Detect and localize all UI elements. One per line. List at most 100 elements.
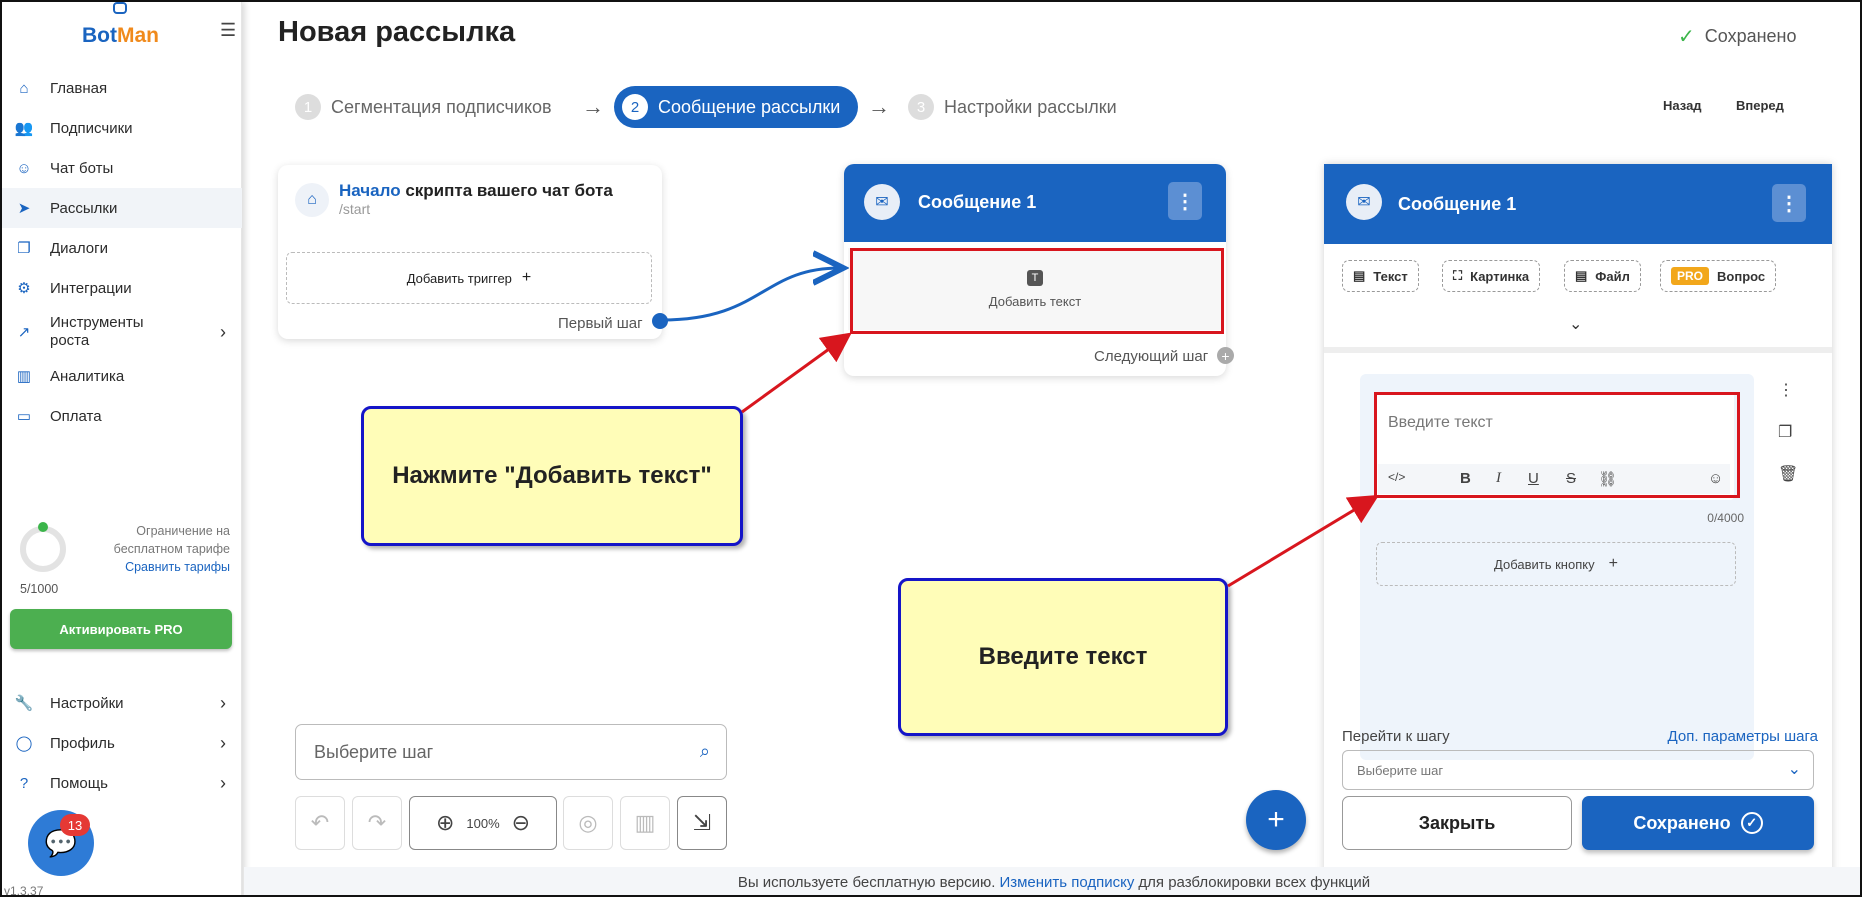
zoom-out-icon[interactable]: ⊖ — [512, 810, 530, 836]
sidebar-item-label: Оплата — [50, 407, 102, 425]
step-number: 1 — [295, 94, 321, 120]
sidebar-item-label: Диалоги — [50, 239, 108, 257]
sidebar-item-help[interactable]: ? Помощь › — [2, 763, 242, 803]
sidebar: BotMan ☰ ⌂ Главная 👥 Подписчики ☺ Чат боты … — [2, 2, 242, 897]
next-step-plus-icon[interactable]: + — [1217, 347, 1234, 364]
trash-icon[interactable]: 🗑 — [1778, 464, 1798, 484]
chevron-right-icon: › — [220, 321, 226, 342]
redo-icon: ↷ — [367, 810, 387, 835]
file-icon: ▤ — [1575, 268, 1588, 283]
step-number: 3 — [908, 94, 934, 120]
chip-text[interactable]: ▤ Текст — [1342, 260, 1419, 292]
analytics-icon: ▥ — [16, 368, 32, 385]
step-label: Сообщение рассылки — [658, 96, 841, 117]
sidebar-item-subscribers[interactable]: 👥 Подписчики — [2, 108, 242, 148]
close-button[interactable]: Закрыть — [1342, 796, 1572, 850]
footer-text-end: для разблокировки всех функций — [1138, 873, 1371, 891]
logo[interactable]: BotMan — [82, 24, 159, 48]
plus-icon: + — [1608, 555, 1618, 572]
zoom-in-icon[interactable]: ⊕ — [436, 810, 454, 836]
sidebar-item-broadcasts[interactable]: ➤ Рассылки — [2, 188, 242, 228]
sidebar-item-dialogs[interactable]: ❐ Диалоги — [2, 228, 242, 268]
sidebar-item-settings[interactable]: 🔧 Настройки › — [2, 683, 242, 723]
arrow-right-icon: → — [868, 94, 890, 119]
fit-view-button[interactable]: ◎ — [563, 796, 613, 850]
search-icon: ⌕ — [699, 741, 710, 761]
arrow-right-icon: → — [582, 94, 604, 119]
logo-robot-icon — [113, 2, 127, 14]
home-icon: ⌂ — [295, 183, 329, 217]
copy-icon[interactable]: ❐ — [1778, 422, 1798, 442]
saved-button[interactable]: Сохранено ✓ — [1582, 796, 1814, 850]
arrow-down-right-icon: ⇲ — [692, 810, 712, 835]
more-params-link[interactable]: Доп. параметры шага — [1668, 728, 1818, 745]
chip-file[interactable]: ▤ Файл — [1564, 260, 1641, 292]
step-search-input[interactable]: Выберите шаг ⌕ — [295, 724, 727, 780]
footer-text: Вы используете бесплатную версию. — [737, 873, 996, 891]
add-step-fab[interactable]: + — [1246, 790, 1306, 850]
sidebar-nav: ⌂ Главная 👥 Подписчики ☺ Чат боты ➤ Рассылки… — [2, 68, 242, 436]
message-node-header: ✉ Сообщение 1 ⋮ — [844, 164, 1226, 242]
change-subscription-link[interactable]: Изменить подписку — [999, 874, 1134, 891]
sidebar-item-growth-tools[interactable]: ↗ Инструменты роста › — [2, 308, 242, 356]
app-version: v1.3.37 — [4, 884, 44, 897]
app-window: BotMan ☰ ⌂ Главная 👥 Подписчики ☺ Чат боты … — [0, 0, 1862, 897]
forward-button[interactable]: Вперед — [1736, 98, 1784, 113]
minimize-button[interactable]: ⇲ — [677, 796, 727, 850]
goto-step-select[interactable]: Выберите шаг ⌄ — [1342, 750, 1814, 790]
pro-crown-tag: PRO — [1671, 267, 1710, 285]
panel-menu-button[interactable]: ⋮ — [1772, 184, 1806, 222]
integrations-icon: ⚙ — [17, 280, 31, 297]
sidebar-item-home[interactable]: ⌂ Главная — [2, 68, 242, 108]
step-segmentation[interactable]: 1 Сегментация подписчиков — [295, 86, 552, 128]
sidebar-item-analytics[interactable]: ▥ Аналитика — [2, 356, 242, 396]
callout-enter-text: Введите текст — [898, 578, 1228, 736]
sidebar-item-chatbots[interactable]: ☺ Чат боты — [2, 148, 242, 188]
bot-icon: ☺ — [16, 159, 32, 177]
chip-label: Текст — [1373, 268, 1408, 284]
collapse-sidebar-icon[interactable]: ☰ — [220, 20, 236, 41]
compare-tariffs-link[interactable]: Сравнить тарифы — [114, 558, 230, 576]
add-trigger-button[interactable]: Добавить триггер + — [286, 252, 652, 304]
stats-button[interactable]: ▥ — [620, 796, 670, 850]
step-number: 2 — [622, 94, 648, 120]
panel-divider — [1324, 347, 1832, 353]
limit-count: 5/1000 — [20, 582, 59, 596]
sidebar-item-profile[interactable]: ◯ Профиль › — [2, 723, 242, 763]
add-trigger-label: Добавить триггер — [406, 270, 512, 286]
step-label: Настройки рассылки — [944, 96, 1117, 117]
sidebar-item-payment[interactable]: ▭ Оплата — [2, 396, 242, 436]
image-icon: ⛶ — [1453, 268, 1463, 283]
chip-question[interactable]: PRO Вопрос — [1660, 260, 1777, 292]
chip-image[interactable]: ⛶ Картинка — [1442, 260, 1541, 292]
limit-line1: Ограничение на — [136, 524, 230, 538]
redo-button[interactable]: ↷ — [352, 796, 402, 850]
saved-button-label: Сохранено — [1633, 812, 1731, 833]
sidebar-item-label: Аналитика — [50, 367, 125, 385]
chevron-right-icon: › — [220, 732, 226, 753]
sidebar-item-integrations[interactable]: ⚙ Интеграции — [2, 268, 242, 308]
send-icon: ➤ — [17, 200, 31, 217]
plus-icon: + — [521, 269, 532, 286]
drag-handle-icon[interactable]: ⋮ — [1778, 380, 1798, 400]
step-settings[interactable]: 3 Настройки рассылки — [908, 86, 1117, 128]
back-button[interactable]: Назад — [1663, 98, 1702, 113]
add-button-button[interactable]: Добавить кнопку + — [1376, 542, 1736, 586]
step-message[interactable]: 2 Сообщение рассылки — [614, 86, 859, 128]
sidebar-item-label: Интеграции — [50, 279, 132, 297]
add-button-label: Добавить кнопку — [1494, 556, 1595, 572]
focus-icon: ◎ — [578, 810, 598, 835]
profile-icon: ◯ — [15, 735, 33, 752]
message-node-title: Сообщение 1 — [918, 192, 1037, 212]
callout-arrow-1 — [741, 332, 852, 414]
start-title-rest: скрипта вашего чат бота — [400, 181, 613, 200]
start-node[interactable]: ⌂ Начало скрипта вашего чат бота /start … — [278, 165, 662, 339]
check-circle-icon: ✓ — [1740, 812, 1763, 834]
sidebar-item-label: Главная — [50, 79, 108, 97]
message-node-menu-button[interactable]: ⋮ — [1168, 182, 1202, 220]
connection-handle[interactable] — [652, 313, 668, 329]
chevron-down-icon[interactable]: ⌄ — [1569, 314, 1582, 334]
activate-pro-button[interactable]: Активировать PRO — [10, 609, 232, 649]
chat-unread-badge: 13 — [60, 814, 90, 836]
undo-button[interactable]: ↶ — [295, 796, 345, 850]
